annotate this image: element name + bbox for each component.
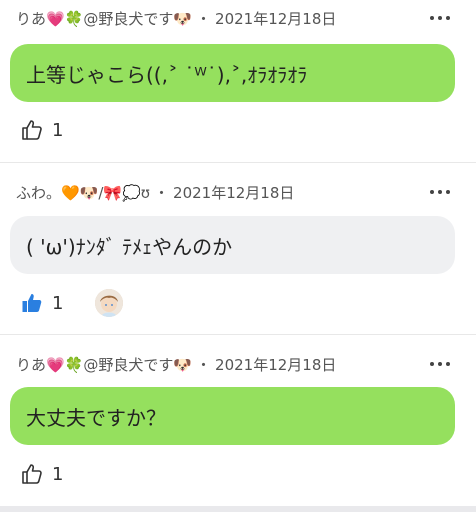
more-dot <box>446 190 450 194</box>
message-bubble: 上等じゃこら((,˃ ˙ᵂ˙),˃,ｵﾗｵﾗｵﾗ <box>10 44 455 102</box>
avatar-image <box>95 289 124 317</box>
more-options-button[interactable] <box>426 9 454 27</box>
bubble-tail-icon <box>10 387 20 397</box>
post-item: ふわ。🧡🐶/🎀💭ʊ ・ 2021年12月18日 ( 'ω')ﾅﾝﾀﾞ ﾃﾒｪやん… <box>0 180 476 330</box>
reactor-avatar[interactable] <box>95 289 124 317</box>
more-dot <box>430 362 434 366</box>
more-options-button[interactable] <box>426 355 454 373</box>
more-dot <box>438 190 442 194</box>
post-item: りあ💗🍀@野良犬です🐶 ・ 2021年12月18日 大丈夫ですか？ 1 <box>0 352 476 502</box>
more-dot <box>430 190 434 194</box>
like-count: 1 <box>52 119 64 141</box>
post-header: ふわ。🧡🐶/🎀💭ʊ ・ 2021年12月18日 <box>16 180 294 204</box>
message-text: 大丈夫ですか？ <box>26 405 166 430</box>
post-header: りあ💗🍀@野良犬です🐶 ・ 2021年12月18日 <box>16 352 336 376</box>
comment-feed: りあ💗🍀@野良犬です🐶 ・ 2021年12月18日 上等じゃこら((,˃ ˙ᵂ˙… <box>0 0 476 512</box>
post-date: 2021年12月18日 <box>215 355 337 374</box>
thumbs-up-filled-icon[interactable] <box>20 291 44 315</box>
message-bubble: ( 'ω')ﾅﾝﾀﾞ ﾃﾒｪやんのか <box>10 216 455 274</box>
like-count: 1 <box>52 463 64 485</box>
more-dot <box>446 362 450 366</box>
post-header: りあ💗🍀@野良犬です🐶 ・ 2021年12月18日 <box>16 6 336 30</box>
post-divider <box>0 334 476 335</box>
more-dot <box>446 16 450 20</box>
username[interactable]: ふわ。🧡🐶/🎀💭ʊ <box>16 182 150 203</box>
header-separator: ・ <box>196 355 212 374</box>
more-dot <box>438 362 442 366</box>
thumbs-up-outline-icon[interactable] <box>20 462 44 486</box>
header-separator: ・ <box>154 183 170 202</box>
bubble-tail-icon <box>10 44 20 54</box>
more-options-button[interactable] <box>426 183 454 201</box>
post-divider <box>0 162 476 163</box>
message-text: 上等じゃこら((,˃ ˙ᵂ˙),˃,ｵﾗｵﾗｵﾗ <box>26 62 308 87</box>
thumbs-up-outline-icon[interactable] <box>20 118 44 142</box>
post-date: 2021年12月18日 <box>173 183 295 202</box>
like-count: 1 <box>52 292 64 314</box>
more-dot <box>438 16 442 20</box>
post-date: 2021年12月18日 <box>215 9 337 28</box>
like-row: 1 <box>20 116 63 144</box>
username[interactable]: りあ💗🍀@野良犬です🐶 <box>16 8 192 29</box>
more-dot <box>430 16 434 20</box>
header-separator: ・ <box>196 9 212 28</box>
like-row: 1 <box>20 289 124 317</box>
like-row: 1 <box>20 460 63 488</box>
bottom-scroll-edge <box>0 506 476 512</box>
username[interactable]: りあ💗🍀@野良犬です🐶 <box>16 354 192 375</box>
message-text: ( 'ω')ﾅﾝﾀﾞ ﾃﾒｪやんのか <box>26 234 233 259</box>
post-item: りあ💗🍀@野良犬です🐶 ・ 2021年12月18日 上等じゃこら((,˃ ˙ᵂ˙… <box>0 6 476 156</box>
message-bubble: 大丈夫ですか？ <box>10 387 455 445</box>
